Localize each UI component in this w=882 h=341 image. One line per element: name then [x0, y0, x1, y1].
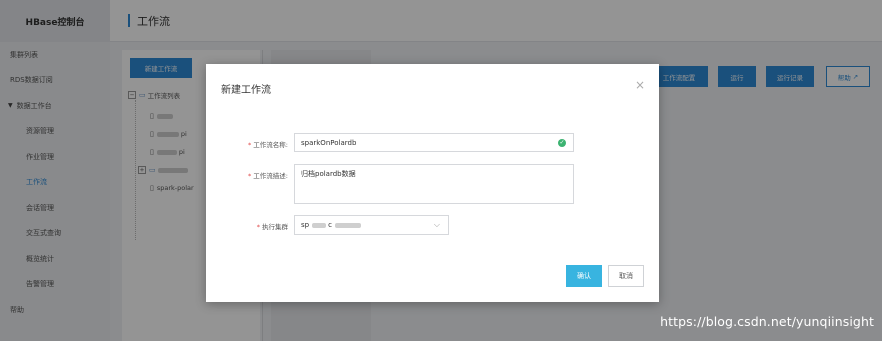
close-icon[interactable]: ×: [635, 78, 645, 92]
cluster-label: * 执行集群: [256, 223, 288, 231]
cancel-button[interactable]: 取消: [608, 265, 644, 287]
new-workflow-dialog: 新建工作流 × * 工作流名称: sparkOnPolardb ✓ * 工作流描述:…: [206, 64, 659, 302]
required-marker: *: [248, 141, 252, 149]
valid-check-icon: ✓: [558, 139, 566, 147]
redacted-text: [312, 222, 327, 228]
cluster-select[interactable]: sp c ⌵: [294, 215, 449, 235]
dialog-title: 新建工作流: [221, 85, 271, 96]
workflow-name-input[interactable]: sparkOnPolardb ✓: [294, 133, 574, 152]
workflow-description-textarea[interactable]: 归档polardb数据: [294, 164, 574, 204]
watermark: https://blog.csdn.net/yunqiinsight: [660, 314, 874, 329]
confirm-button[interactable]: 确认: [566, 265, 602, 287]
required-marker: *: [248, 172, 252, 180]
required-marker: *: [256, 223, 260, 231]
name-label: * 工作流名称:: [248, 141, 288, 149]
redacted-text: [334, 222, 361, 228]
description-label: * 工作流描述:: [248, 172, 288, 180]
chevron-down-icon: ⌵: [433, 220, 440, 229]
